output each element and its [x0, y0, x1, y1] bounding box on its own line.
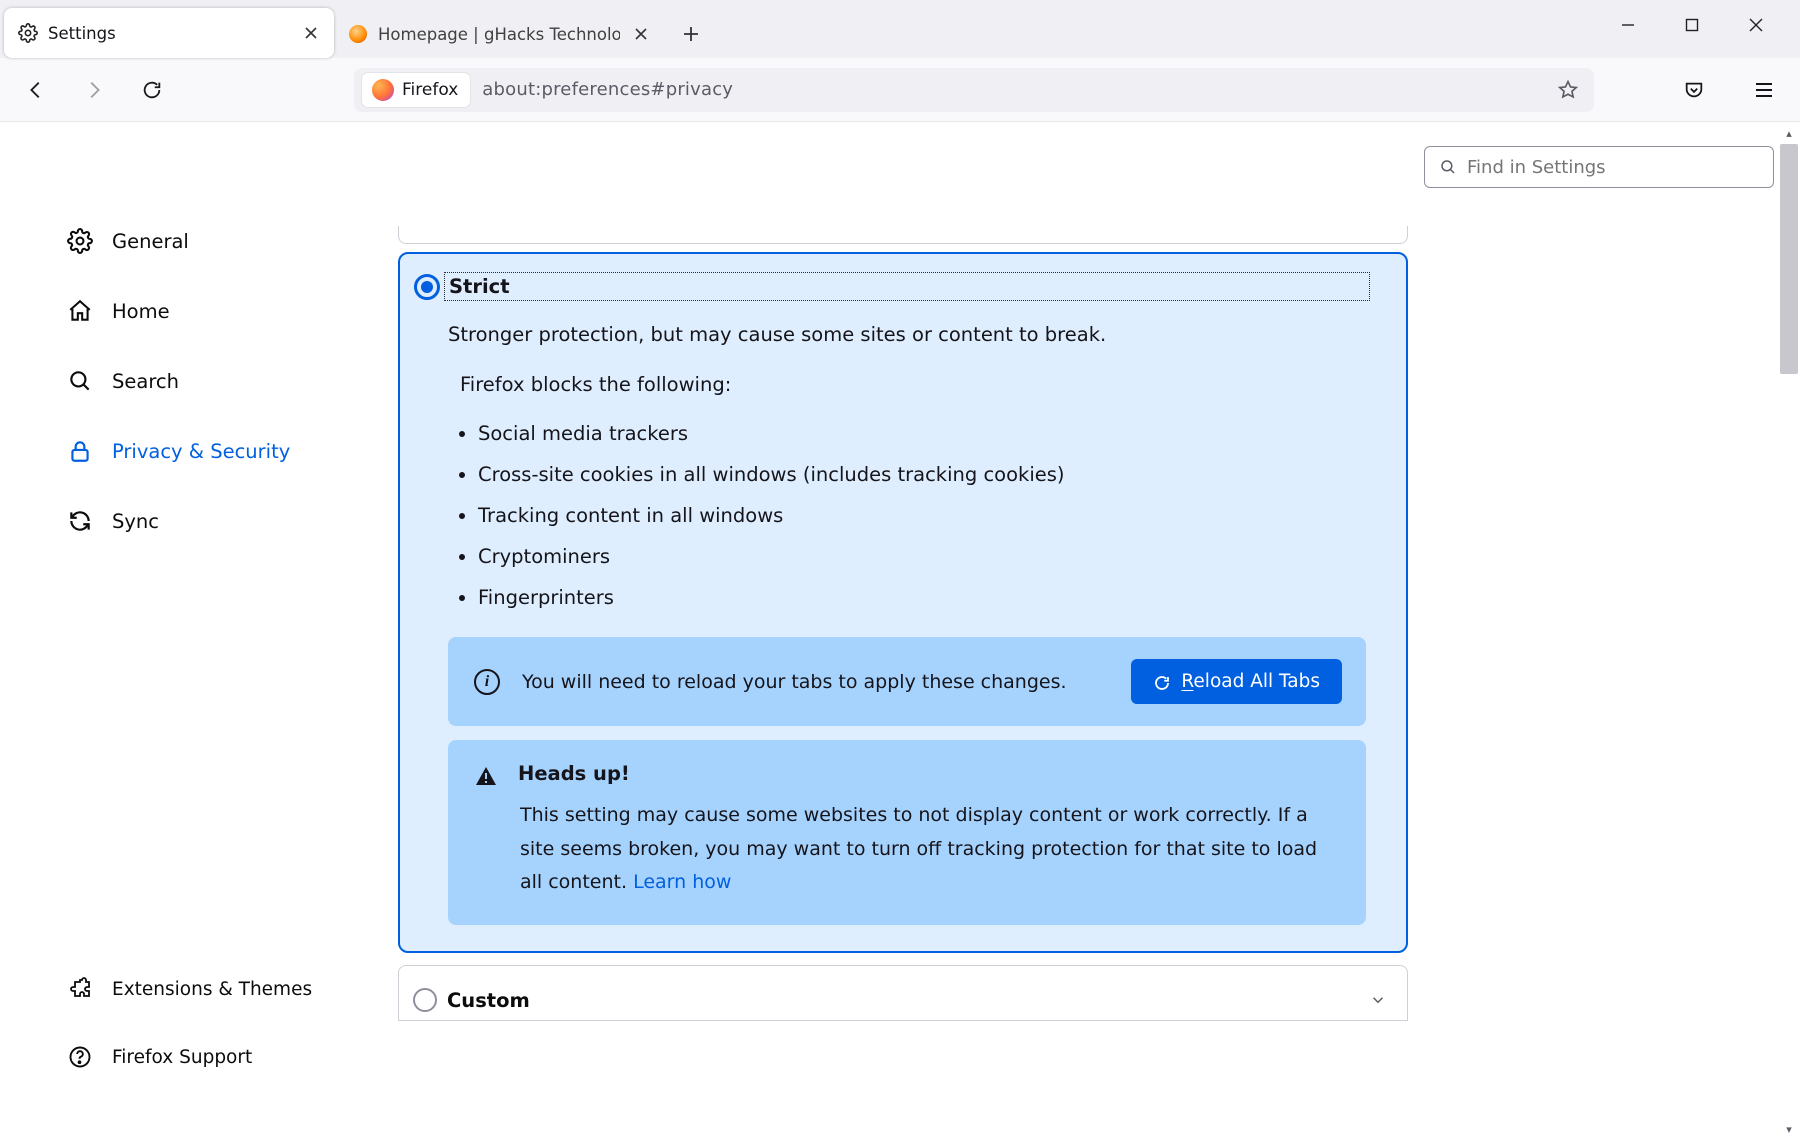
reload-all-tabs-button[interactable]: Reload All Tabs: [1131, 659, 1342, 704]
help-icon: [66, 1043, 94, 1071]
sidebar-item-general[interactable]: General: [60, 216, 398, 266]
search-icon: [1439, 158, 1457, 176]
tab-settings[interactable]: Settings: [4, 8, 334, 58]
scrollbar-thumb[interactable]: [1780, 144, 1798, 374]
learn-how-link[interactable]: Learn how: [633, 871, 731, 893]
sidebar-item-search[interactable]: Search: [60, 356, 398, 406]
sidebar-item-extensions[interactable]: Extensions & Themes: [60, 964, 398, 1014]
tab-strip: Settings Homepage | gHacks Technology: [0, 0, 1800, 58]
strict-description: Stronger protection, but may cause some …: [400, 301, 1406, 349]
chevron-down-icon: [1369, 991, 1387, 1009]
search-icon: [66, 367, 94, 395]
sidebar-label: Home: [112, 300, 170, 323]
sidebar-item-sync[interactable]: Sync: [60, 496, 398, 546]
sidebar-label: Search: [112, 370, 179, 393]
minimize-button[interactable]: [1596, 4, 1660, 46]
tab-title: Settings: [48, 24, 290, 43]
sidebar-item-privacy[interactable]: Privacy & Security: [60, 426, 398, 476]
blocks-list: Social media trackers Cross-site cookies…: [400, 396, 1406, 609]
reload-notice: i You will need to reload your tabs to a…: [448, 637, 1366, 726]
lock-icon: [66, 437, 94, 465]
reload-button[interactable]: [134, 72, 170, 108]
strict-option-card: Strict Stronger protection, but may caus…: [398, 252, 1408, 953]
vertical-scrollbar[interactable]: ▴ ▾: [1778, 122, 1800, 1140]
gear-icon: [18, 23, 38, 43]
reload-text: You will need to reload your tabs to app…: [522, 666, 1109, 698]
sidebar-label: Extensions & Themes: [112, 979, 312, 1000]
close-icon[interactable]: [300, 22, 322, 44]
block-item: Cross-site cookies in all windows (inclu…: [478, 463, 1406, 486]
block-item: Social media trackers: [478, 422, 1406, 445]
address-bar[interactable]: Firefox about:preferences#privacy: [354, 68, 1594, 112]
sidebar-item-support[interactable]: Firefox Support: [60, 1032, 398, 1082]
tab-ghacks[interactable]: Homepage | gHacks Technology: [334, 10, 664, 58]
identity-label: Firefox: [402, 80, 458, 100]
settings-main: Strict Stronger protection, but may caus…: [398, 122, 1778, 1140]
url-text: about:preferences#privacy: [476, 79, 733, 100]
site-favicon-icon: [348, 24, 368, 44]
hamburger-menu-button[interactable]: [1746, 72, 1782, 108]
heads-up-notice: Heads up! This setting may cause some we…: [448, 740, 1366, 925]
heads-up-title: Heads up!: [518, 762, 1340, 785]
blocks-intro: Firefox blocks the following:: [400, 349, 1406, 396]
home-icon: [66, 297, 94, 325]
custom-option-card[interactable]: Custom: [398, 965, 1408, 1021]
sidebar-item-home[interactable]: Home: [60, 286, 398, 336]
find-in-settings[interactable]: [1424, 146, 1774, 188]
block-item: Cryptominers: [478, 545, 1406, 568]
sync-icon: [66, 507, 94, 535]
gear-icon: [66, 227, 94, 255]
sidebar-label: Sync: [112, 510, 159, 533]
block-item: Tracking content in all windows: [478, 504, 1406, 527]
puzzle-icon: [66, 975, 94, 1003]
back-button[interactable]: [18, 72, 54, 108]
custom-title: Custom: [447, 989, 530, 1012]
scroll-down-icon[interactable]: ▾: [1778, 1118, 1800, 1140]
previous-option-card-tail: [398, 226, 1408, 244]
find-in-settings-input[interactable]: [1467, 157, 1759, 178]
settings-sidebar: General Home Search Privacy & Security: [0, 122, 398, 1140]
heads-up-body: This setting may cause some websites to …: [518, 799, 1340, 899]
sidebar-label: General: [112, 230, 189, 253]
scroll-up-icon[interactable]: ▴: [1778, 122, 1800, 144]
maximize-button[interactable]: [1660, 4, 1724, 46]
window-controls: [1596, 4, 1788, 58]
warning-icon: [474, 765, 500, 791]
identity-pill[interactable]: Firefox: [362, 73, 470, 107]
strict-title: Strict: [444, 272, 1370, 301]
tab-title: Homepage | gHacks Technology: [378, 25, 620, 44]
toolbar: Firefox about:preferences#privacy: [0, 58, 1800, 122]
new-tab-button[interactable]: [670, 13, 712, 55]
forward-button[interactable]: [76, 72, 112, 108]
info-icon: i: [474, 669, 500, 695]
close-window-button[interactable]: [1724, 4, 1788, 46]
strict-radio[interactable]: [414, 274, 440, 300]
sidebar-label: Privacy & Security: [112, 440, 290, 463]
sidebar-label: Firefox Support: [112, 1047, 252, 1068]
block-item: Fingerprinters: [478, 586, 1406, 609]
close-icon[interactable]: [630, 23, 652, 45]
bookmark-star-icon[interactable]: [1554, 76, 1582, 104]
reload-icon: [1153, 674, 1171, 692]
custom-radio[interactable]: [413, 988, 437, 1012]
pocket-button[interactable]: [1676, 72, 1712, 108]
firefox-logo-icon: [372, 79, 394, 101]
